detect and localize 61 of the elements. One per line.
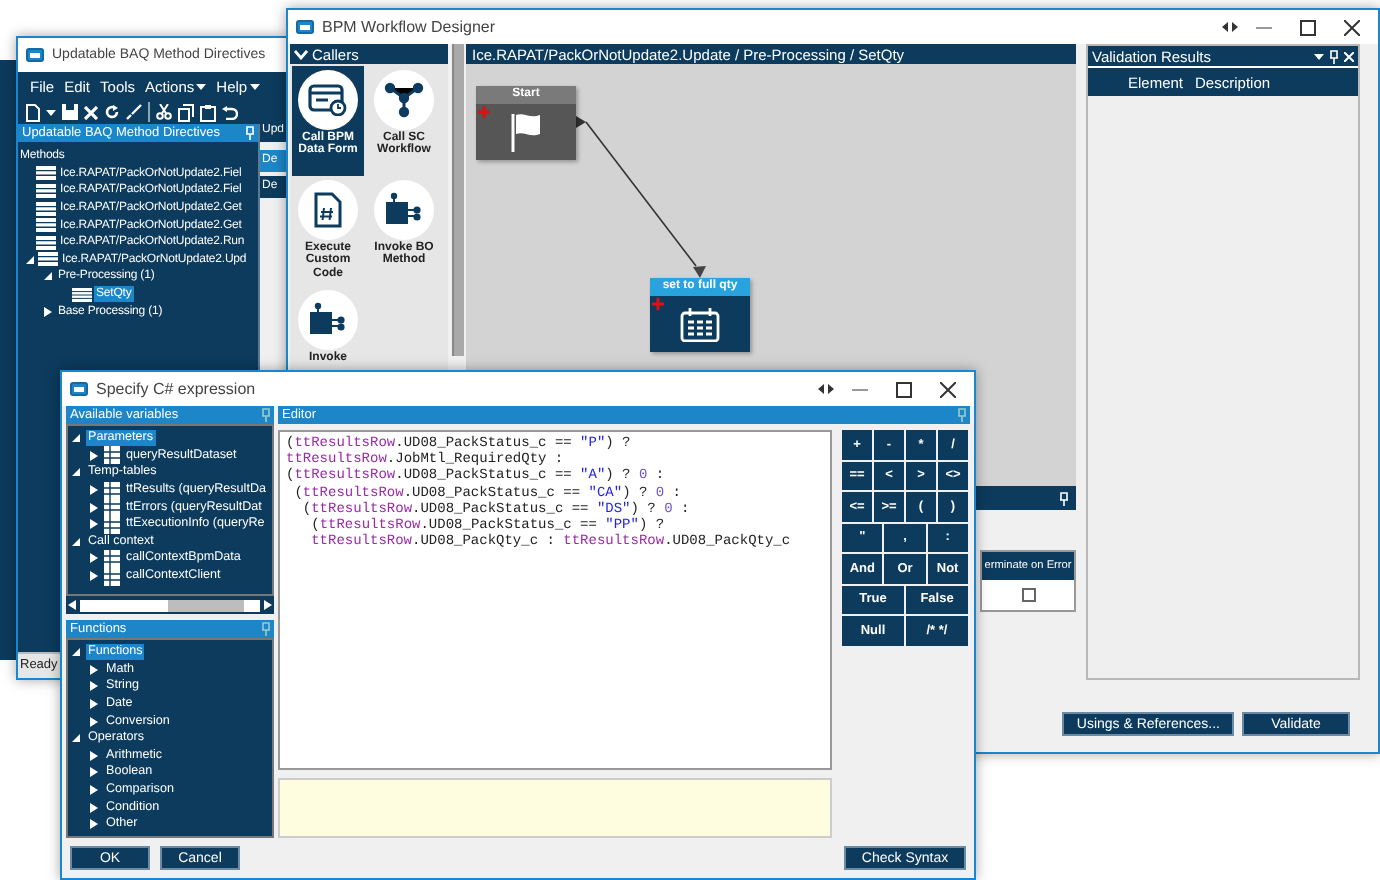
scrollbar[interactable] bbox=[66, 596, 274, 614]
expanded-arrow-icon[interactable] bbox=[24, 253, 36, 266]
collapsed-arrow-icon[interactable] bbox=[88, 552, 100, 565]
expanded-arrow-icon[interactable] bbox=[70, 646, 82, 659]
expanded-arrow-icon[interactable] bbox=[70, 466, 82, 479]
module-icon bbox=[308, 302, 348, 338]
copy-icon[interactable] bbox=[178, 103, 194, 121]
collapsed-arrow-icon[interactable] bbox=[88, 501, 100, 514]
collapsed-arrow-icon[interactable] bbox=[88, 680, 100, 693]
checkbox[interactable] bbox=[1021, 588, 1035, 602]
collapsed-arrow-icon[interactable] bbox=[88, 749, 100, 762]
scissors-icon[interactable] bbox=[156, 104, 172, 120]
collapsed-arrow-icon[interactable] bbox=[88, 570, 100, 583]
window-icon bbox=[70, 382, 88, 396]
new-document-icon[interactable] bbox=[26, 103, 40, 121]
refresh-icon[interactable] bbox=[104, 104, 120, 120]
caret-icon bbox=[46, 109, 56, 115]
collapsed-arrow-icon[interactable] bbox=[42, 305, 54, 318]
resize-icon[interactable] bbox=[818, 384, 834, 394]
collapsed-arrow-icon[interactable] bbox=[88, 449, 100, 462]
table-icon bbox=[104, 446, 120, 465]
scrollbar[interactable] bbox=[452, 44, 464, 356]
calendar-icon bbox=[680, 307, 720, 341]
window-icon bbox=[296, 20, 314, 34]
window-icon bbox=[26, 48, 44, 62]
code-file-icon bbox=[314, 192, 342, 228]
collapsed-arrow-icon[interactable] bbox=[88, 784, 100, 797]
collapsed-arrow-icon[interactable] bbox=[88, 663, 100, 676]
expanded-arrow-icon[interactable] bbox=[70, 732, 82, 745]
clipboard-icon[interactable] bbox=[200, 103, 216, 121]
expanded-arrow-icon[interactable] bbox=[70, 432, 82, 445]
maximize-icon[interactable] bbox=[1300, 19, 1316, 35]
collapsed-arrow-icon[interactable] bbox=[88, 715, 100, 728]
close-icon[interactable] bbox=[1344, 19, 1360, 35]
scroll-left-icon[interactable] bbox=[68, 600, 76, 610]
collapsed-arrow-icon[interactable] bbox=[88, 518, 100, 531]
resize-icon[interactable] bbox=[1222, 22, 1238, 32]
list-icon bbox=[72, 287, 92, 302]
module-icon bbox=[384, 192, 424, 228]
close-icon[interactable] bbox=[940, 381, 956, 397]
collapsed-arrow-icon[interactable] bbox=[88, 766, 100, 779]
window-title: BPM Workflow Designer bbox=[322, 18, 498, 36]
scroll-right-icon[interactable] bbox=[264, 600, 272, 610]
window-title: Specify C# expression bbox=[96, 380, 258, 398]
undo-icon[interactable] bbox=[222, 105, 238, 119]
collapsed-arrow-icon[interactable] bbox=[88, 484, 100, 497]
maximize-icon[interactable] bbox=[896, 381, 912, 397]
network-icon bbox=[384, 82, 424, 118]
collapsed-arrow-icon[interactable] bbox=[88, 818, 100, 831]
expanded-arrow-icon[interactable] bbox=[42, 270, 54, 283]
expanded-arrow-icon[interactable] bbox=[70, 535, 82, 548]
collapsed-arrow-icon[interactable] bbox=[88, 698, 100, 711]
chevron-icon bbox=[294, 49, 308, 59]
save-icon[interactable] bbox=[62, 104, 78, 120]
form-clock-icon bbox=[308, 84, 348, 116]
collapsed-arrow-icon[interactable] bbox=[88, 801, 100, 814]
caret-icon bbox=[1314, 53, 1324, 59]
code-editor[interactable] bbox=[278, 430, 832, 770]
flag-icon bbox=[510, 112, 542, 152]
brush-icon[interactable] bbox=[126, 104, 142, 120]
delete-icon[interactable] bbox=[84, 105, 98, 119]
